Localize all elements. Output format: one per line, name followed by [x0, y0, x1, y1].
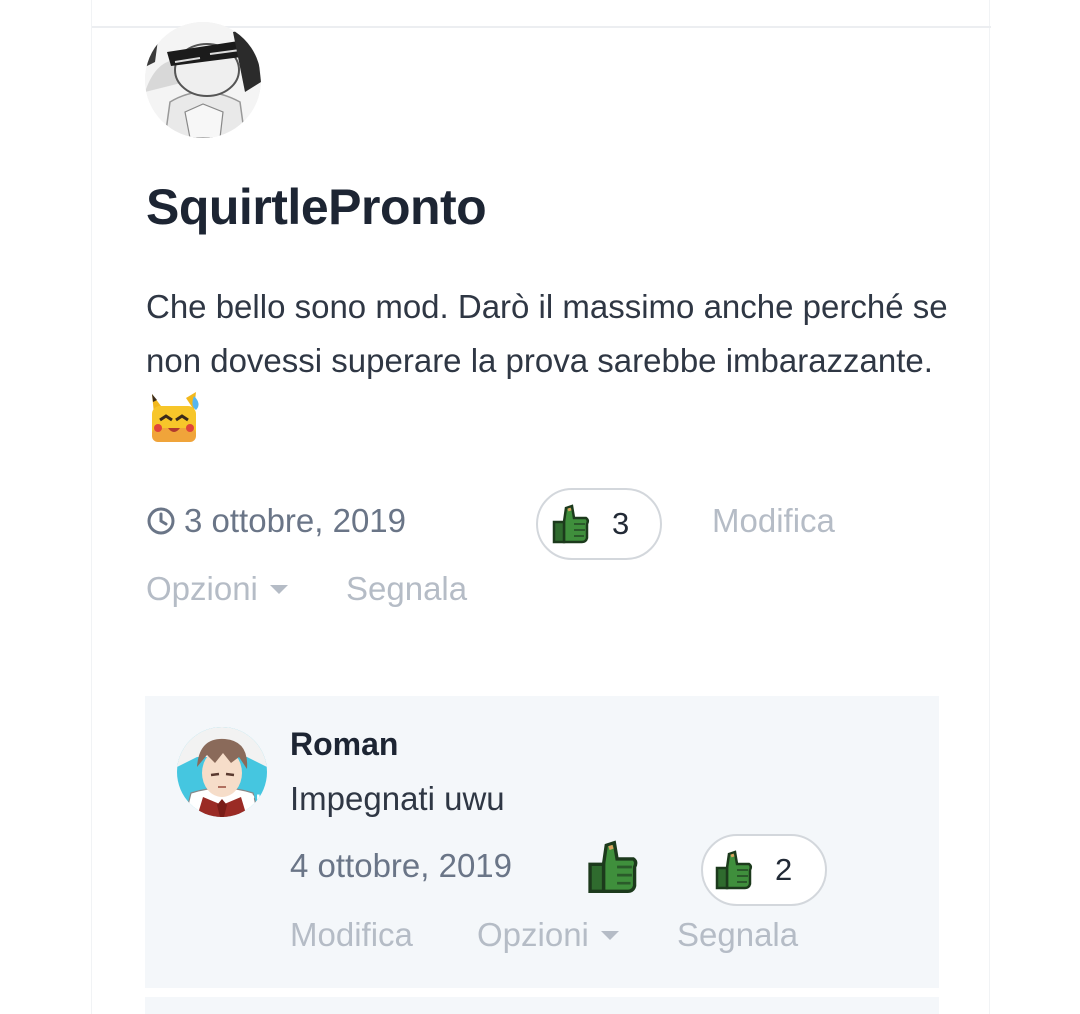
like-button[interactable]: 3 — [536, 488, 662, 560]
report-link[interactable]: Segnala — [346, 570, 467, 608]
chevron-down-icon — [269, 585, 288, 594]
comment: ?! Roman Impegnati uwu 4 ottobre, 2019 2… — [145, 696, 939, 988]
like-reaction-icon[interactable] — [587, 840, 639, 894]
post-text: Che bello sono mod. Darò il massimo anch… — [146, 288, 948, 379]
post-body: Che bello sono mod. Darò il massimo anch… — [146, 280, 966, 448]
avatar-image: ?! — [177, 727, 267, 817]
thumbs-up-icon — [715, 850, 753, 890]
options-dropdown[interactable]: Opzioni — [146, 570, 288, 608]
comment-date[interactable]: 4 ottobre, 2019 — [290, 847, 512, 885]
post-date-text: 3 ottobre, 2019 — [184, 502, 407, 539]
like-count: 3 — [612, 506, 630, 541]
avatar-image — [145, 22, 261, 138]
clock-icon — [146, 506, 176, 536]
thumbs-up-icon — [552, 504, 590, 544]
post-card: SquirtlePronto Che bello sono mod. Darò … — [91, 0, 991, 1014]
comment-like-count: 2 — [775, 852, 793, 887]
author-avatar[interactable] — [145, 22, 261, 138]
options-label: Opzioni — [146, 570, 258, 607]
comment-author-avatar[interactable]: ?! — [177, 727, 267, 817]
next-comment-edge — [145, 997, 939, 1014]
comment-author-name[interactable]: Roman — [290, 726, 398, 763]
pikachu-sweat-emoji — [146, 388, 204, 446]
comment-edit-link[interactable]: Modifica — [290, 916, 413, 954]
post-date[interactable]: 3 ottobre, 2019 — [146, 502, 406, 540]
edit-link[interactable]: Modifica — [712, 502, 835, 540]
svg-text:?!: ?! — [247, 793, 262, 809]
comment-like-button[interactable]: 2 — [701, 834, 827, 906]
comment-report-link[interactable]: Segnala — [677, 916, 798, 954]
options-label: Opzioni — [477, 916, 589, 953]
chevron-down-icon — [600, 931, 619, 940]
comment-options-dropdown[interactable]: Opzioni — [477, 916, 619, 954]
author-name[interactable]: SquirtlePronto — [146, 178, 487, 236]
comment-text: Impegnati uwu — [290, 780, 505, 817]
